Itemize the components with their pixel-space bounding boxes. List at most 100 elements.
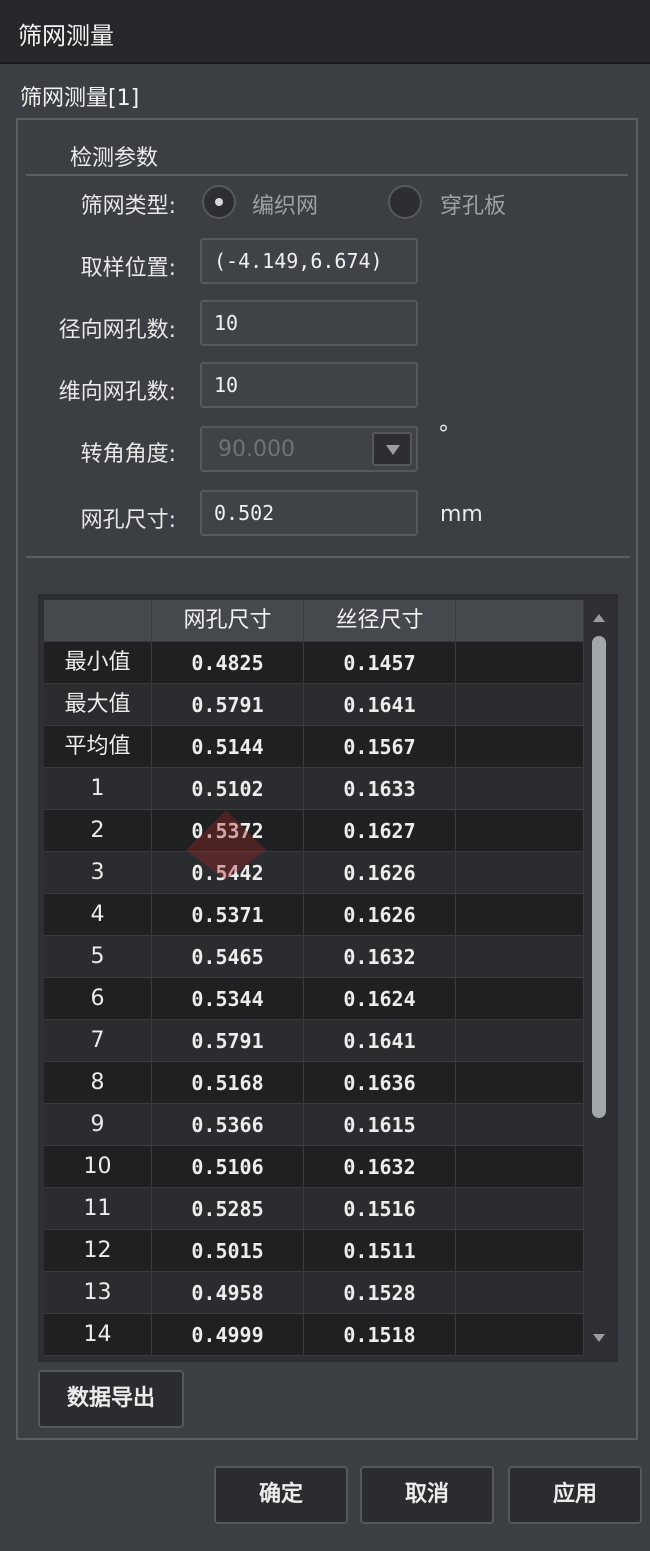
table-row[interactable]: 10 0.5106 0.1632	[44, 1146, 584, 1188]
export-data-button[interactable]: 数据导出	[38, 1370, 184, 1428]
hole-size-cell: 0.5465	[152, 936, 304, 978]
table-row[interactable]: 14 0.4999 0.1518	[44, 1314, 584, 1356]
empty-cell	[456, 894, 584, 936]
sample-position-field[interactable]	[200, 238, 418, 284]
table-row[interactable]: 3 0.5442 0.1626	[44, 852, 584, 894]
table-row[interactable]: 7 0.5791 0.1641	[44, 1020, 584, 1062]
combo-dropdown-button[interactable]	[372, 432, 412, 466]
section-title: 检测参数	[70, 146, 159, 171]
hole-size-label: 网孔尺寸:	[80, 508, 176, 533]
apply-button[interactable]: 应用	[508, 1466, 642, 1524]
hole-size-field[interactable]	[200, 490, 418, 536]
wire-size-cell: 0.1624	[304, 978, 456, 1020]
table-row[interactable]: 8 0.5168 0.1636	[44, 1062, 584, 1104]
table-row[interactable]: 4 0.5371 0.1626	[44, 894, 584, 936]
row-label-cell: 1	[44, 768, 152, 810]
hole-size-cell: 0.5442	[152, 852, 304, 894]
section-divider	[26, 174, 628, 176]
wire-size-cell: 0.1567	[304, 726, 456, 768]
radio-perforated[interactable]	[388, 185, 422, 219]
radio-woven[interactable]	[202, 185, 236, 219]
table-row[interactable]: 1 0.5102 0.1633	[44, 768, 584, 810]
row-label-cell: 12	[44, 1230, 152, 1272]
params-divider	[26, 556, 630, 558]
radial-count-field[interactable]	[200, 300, 418, 346]
table-row[interactable]: 最小值 0.4825 0.1457	[44, 642, 584, 684]
header-hole-size[interactable]: 网孔尺寸	[152, 600, 304, 642]
window-titlebar: 筛网测量	[0, 0, 650, 64]
empty-cell	[456, 684, 584, 726]
hole-size-cell: 0.5285	[152, 1188, 304, 1230]
wire-size-cell: 0.1528	[304, 1272, 456, 1314]
row-label-cell: 9	[44, 1104, 152, 1146]
table-row[interactable]: 12 0.5015 0.1511	[44, 1230, 584, 1272]
empty-cell	[456, 852, 584, 894]
wire-size-cell: 0.1511	[304, 1230, 456, 1272]
hole-size-cell: 0.4999	[152, 1314, 304, 1356]
table-row[interactable]: 平均值 0.5144 0.1567	[44, 726, 584, 768]
hole-size-cell: 0.5366	[152, 1104, 304, 1146]
table-row[interactable]: 5 0.5465 0.1632	[44, 936, 584, 978]
empty-cell	[456, 1146, 584, 1188]
table-row[interactable]: 9 0.5366 0.1615	[44, 1104, 584, 1146]
rotation-angle-combo[interactable]: 90.000	[200, 426, 418, 472]
rotation-angle-label: 转角角度:	[80, 442, 176, 467]
wire-size-cell: 0.1632	[304, 1146, 456, 1188]
sample-position-input[interactable]	[202, 240, 416, 282]
rotation-angle-value: 90.000	[218, 437, 295, 462]
scroll-up-icon[interactable]	[593, 614, 605, 622]
window-title: 筛网测量	[18, 22, 114, 50]
radial-count-input[interactable]	[202, 302, 416, 344]
empty-cell	[456, 936, 584, 978]
hole-size-cell: 0.5102	[152, 768, 304, 810]
scroll-down-icon[interactable]	[593, 1334, 605, 1342]
hole-size-input[interactable]	[202, 492, 416, 534]
weft-count-field[interactable]	[200, 362, 418, 408]
table-row[interactable]: 2 0.5372 0.1627	[44, 810, 584, 852]
table-row[interactable]: 11 0.5285 0.1516	[44, 1188, 584, 1230]
table-row[interactable]: 13 0.4958 0.1528	[44, 1272, 584, 1314]
row-label-cell: 2	[44, 810, 152, 852]
hole-size-cell: 0.5344	[152, 978, 304, 1020]
empty-cell	[456, 1020, 584, 1062]
radio-perforated-label[interactable]: 穿孔板	[440, 188, 506, 220]
wire-size-cell: 0.1615	[304, 1104, 456, 1146]
row-label-cell: 7	[44, 1020, 152, 1062]
empty-cell	[456, 1104, 584, 1146]
table-row[interactable]: 最大值 0.5791 0.1641	[44, 684, 584, 726]
table-row[interactable]: 6 0.5344 0.1624	[44, 978, 584, 1020]
mesh-type-label: 筛网类型:	[80, 194, 176, 219]
empty-cell	[456, 768, 584, 810]
hole-size-cell: 0.5372	[152, 810, 304, 852]
hole-size-cell: 0.5168	[152, 1062, 304, 1104]
cancel-button[interactable]: 取消	[360, 1466, 494, 1524]
header-wire-size[interactable]: 丝径尺寸	[304, 600, 456, 642]
wire-size-cell: 0.1641	[304, 684, 456, 726]
wire-size-cell: 0.1518	[304, 1314, 456, 1356]
empty-cell	[456, 1272, 584, 1314]
empty-cell	[456, 810, 584, 852]
ok-button[interactable]: 确定	[214, 1466, 348, 1524]
empty-cell	[456, 642, 584, 684]
row-label-cell: 4	[44, 894, 152, 936]
hole-size-unit: mm	[440, 502, 483, 527]
results-grid: 网孔尺寸 丝径尺寸 最小值 0.4825 0.1457 最大值 0.5791 0.1641…	[44, 600, 584, 1356]
radio-woven-label[interactable]: 编织网	[252, 188, 318, 220]
hole-size-cell: 0.5791	[152, 1020, 304, 1062]
weft-count-input[interactable]	[202, 364, 416, 406]
wire-size-cell: 0.1641	[304, 1020, 456, 1062]
empty-cell	[456, 1062, 584, 1104]
empty-cell	[456, 978, 584, 1020]
chevron-down-icon	[386, 445, 400, 455]
panel-title: 筛网测量[1]	[20, 86, 140, 111]
row-label-cell: 11	[44, 1188, 152, 1230]
header-corner	[44, 600, 152, 642]
scrollbar-thumb[interactable]	[592, 636, 606, 1118]
results-table[interactable]: 网孔尺寸 丝径尺寸 最小值 0.4825 0.1457 最大值 0.5791 0.1641…	[38, 594, 618, 1362]
wire-size-cell: 0.1633	[304, 768, 456, 810]
empty-cell	[456, 726, 584, 768]
hole-size-cell: 0.5015	[152, 1230, 304, 1272]
table-scrollbar[interactable]	[588, 600, 610, 1356]
row-label-cell: 最大值	[44, 684, 152, 726]
wire-size-cell: 0.1457	[304, 642, 456, 684]
